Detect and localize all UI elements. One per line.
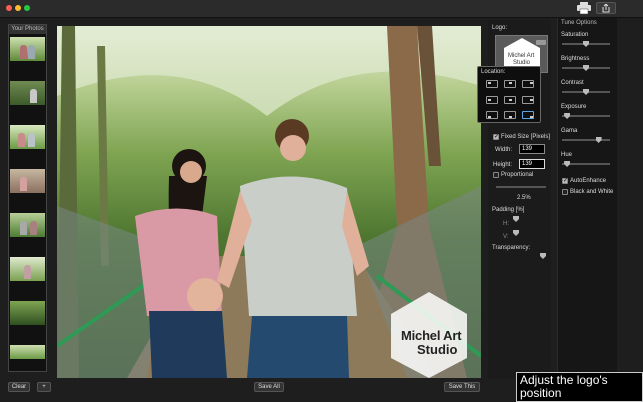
brightness-label: Brightness	[561, 56, 590, 62]
position-top-left-button[interactable]	[486, 80, 498, 88]
location-popover: Location:	[477, 66, 541, 123]
photo-thumbnail[interactable]	[10, 169, 45, 193]
position-bottom-right-button[interactable]	[522, 111, 534, 119]
height-field[interactable]: 139	[519, 159, 545, 169]
watermark-text: Studio	[417, 342, 458, 357]
share-icon	[602, 3, 610, 13]
padding-v-label: V:	[503, 234, 509, 240]
proportional-checkbox[interactable]	[493, 172, 499, 178]
brightness-slider-knob[interactable]	[583, 65, 589, 71]
photo-scene	[57, 26, 481, 378]
position-middle-right-button[interactable]	[522, 96, 534, 104]
share-button[interactable]	[596, 2, 616, 14]
photo-thumbnail[interactable]	[10, 125, 45, 149]
photo-list-title: Your Photos	[9, 25, 46, 34]
photo-list-panel: Your Photos	[8, 24, 47, 372]
width-label: Width:	[495, 147, 513, 153]
contrast-label: Contrast	[561, 80, 584, 86]
scale-slider[interactable]	[496, 186, 546, 188]
position-bottom-left-button[interactable]	[486, 111, 498, 119]
width-field[interactable]: 139	[519, 144, 545, 154]
black-white-checkbox[interactable]	[562, 189, 568, 195]
logo-preview-text: Michel Art	[508, 53, 535, 59]
position-top-right-button[interactable]	[522, 80, 534, 88]
main-photo: Michel Art Studio	[57, 26, 481, 378]
scale-value: 2.5%	[517, 195, 531, 201]
contrast-slider-knob[interactable]	[583, 89, 589, 95]
padding-v-slider[interactable]	[513, 230, 519, 236]
padding-h-label: H:	[503, 221, 509, 227]
photo-thumbnail[interactable]	[10, 301, 45, 325]
position-middle-left-button[interactable]	[486, 96, 498, 104]
fixed-size-checkbox[interactable]	[493, 133, 499, 140]
title-bar	[0, 0, 643, 18]
transparency-slider[interactable]	[540, 253, 546, 259]
zoom-window-button[interactable]	[24, 5, 30, 11]
gama-label: Gama	[561, 128, 578, 134]
gama-slider[interactable]	[562, 139, 610, 141]
proportional-label: Proportional	[501, 172, 534, 178]
watermark-text: Michel Art	[401, 328, 462, 343]
tune-options-title: Tune Options	[561, 20, 597, 26]
transparency-label: Transparency:	[492, 245, 531, 251]
hue-slider-knob[interactable]	[564, 161, 571, 167]
logo-label: Logo:	[492, 25, 508, 31]
save-this-button[interactable]: Save This	[444, 382, 480, 392]
padding-label: Padding [%]	[492, 207, 525, 213]
auto-enhance-label: AutoEnhance	[570, 178, 607, 184]
photo-thumbnail[interactable]	[10, 37, 45, 61]
auto-enhance-checkbox[interactable]	[562, 177, 568, 184]
exposure-label: Exposure	[561, 104, 587, 110]
close-window-button[interactable]	[6, 5, 12, 11]
location-label: Location:	[481, 69, 506, 75]
add-photo-button[interactable]: +	[37, 382, 51, 392]
hue-label: Hue	[561, 152, 573, 158]
photo-thumbnail[interactable]	[10, 345, 45, 359]
tooltip: Adjust the logo's position	[516, 372, 643, 402]
save-all-button[interactable]: Save All	[254, 382, 284, 392]
saturation-slider-knob[interactable]	[583, 41, 589, 47]
gama-slider-knob[interactable]	[595, 137, 602, 143]
black-white-label: Black and White	[570, 189, 614, 195]
saturation-label: Saturation	[561, 32, 589, 38]
photo-thumbnail[interactable]	[10, 257, 45, 281]
print-button[interactable]	[576, 2, 592, 15]
tune-options-panel: Tune Options Saturation Brightness Contras…	[557, 18, 617, 378]
exposure-slider-knob[interactable]	[564, 113, 571, 119]
position-center-button[interactable]	[504, 96, 516, 104]
minimize-window-button[interactable]	[15, 5, 21, 11]
clear-button[interactable]: Clear	[8, 382, 30, 392]
position-top-center-button[interactable]	[504, 80, 516, 88]
printer-icon	[577, 2, 591, 15]
position-bottom-center-button[interactable]	[504, 111, 516, 119]
photo-thumbnail[interactable]	[10, 81, 45, 105]
height-label: Height:	[493, 162, 513, 168]
fixed-size-label: Fixed Size [Pixels]	[501, 134, 551, 140]
photo-thumbnail[interactable]	[10, 213, 45, 237]
padding-h-slider[interactable]	[513, 216, 519, 222]
